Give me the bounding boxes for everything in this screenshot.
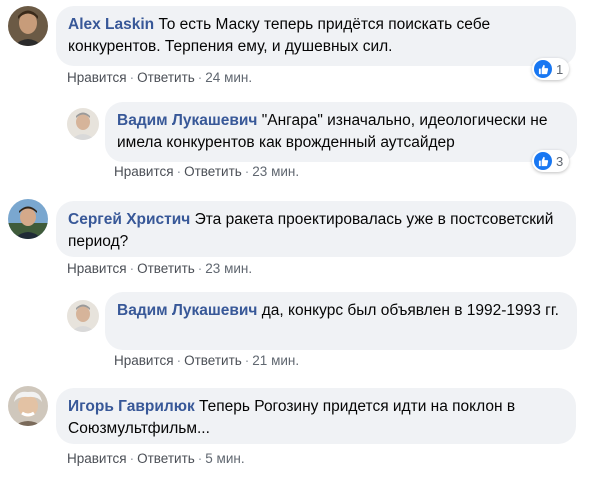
comment-actions: Нравится · Ответить · 5 мин. bbox=[67, 451, 245, 466]
reply-link[interactable]: Ответить bbox=[137, 70, 195, 85]
comment-author[interactable]: Вадим Лукашевич bbox=[117, 112, 257, 129]
comment-author[interactable]: Игорь Гаврилюк bbox=[68, 398, 195, 415]
avatar-photo-icon bbox=[8, 6, 48, 46]
avatar-photo-icon bbox=[67, 300, 99, 332]
comment-bubble: Вадим Лукашевич "Ангара" изначально, иде… bbox=[105, 102, 577, 162]
comment: Игорь Гаврилюк Теперь Рогозину придется … bbox=[0, 380, 613, 480]
reply-comment: Вадим Лукашевич да, конкурс был объявлен… bbox=[0, 288, 613, 380]
comment-author[interactable]: Вадим Лукашевич bbox=[117, 302, 257, 319]
like-link[interactable]: Нравится bbox=[67, 451, 127, 466]
reply-link[interactable]: Ответить bbox=[137, 451, 195, 466]
comment-author[interactable]: Сергей Христич bbox=[68, 211, 190, 228]
separator: · bbox=[197, 261, 203, 276]
like-link[interactable]: Нравится bbox=[67, 70, 127, 85]
avatar[interactable] bbox=[67, 300, 99, 332]
reply-comment: Вадим Лукашевич "Ангара" изначально, иде… bbox=[0, 96, 613, 188]
timestamp[interactable]: 23 мин. bbox=[205, 261, 252, 276]
thumbs-up-icon bbox=[534, 60, 552, 78]
separator: · bbox=[176, 164, 182, 179]
reply-link[interactable]: Ответить bbox=[137, 261, 195, 276]
reply-link[interactable]: Ответить bbox=[184, 353, 242, 368]
separator: · bbox=[129, 261, 135, 276]
avatar[interactable] bbox=[8, 6, 48, 46]
comment-actions: Нравится · Ответить · 24 мин. bbox=[67, 70, 252, 85]
comment-bubble: Игорь Гаврилюк Теперь Рогозину придется … bbox=[56, 388, 576, 444]
avatar-photo-icon bbox=[8, 199, 48, 239]
separator: · bbox=[244, 353, 250, 368]
comment-actions: Нравится · Ответить · 23 мин. bbox=[67, 261, 252, 276]
separator: · bbox=[129, 70, 135, 85]
comment-author[interactable]: Alex Laskin bbox=[68, 16, 154, 33]
timestamp[interactable]: 5 мин. bbox=[205, 451, 244, 466]
timestamp[interactable]: 21 мин. bbox=[252, 353, 299, 368]
reaction-number: 1 bbox=[556, 61, 564, 77]
avatar-photo-icon bbox=[8, 386, 48, 426]
separator: · bbox=[129, 451, 135, 466]
comment-actions: Нравится · Ответить · 23 мин. bbox=[114, 164, 299, 179]
like-link[interactable]: Нравится bbox=[114, 164, 174, 179]
comment-actions: Нравится · Ответить · 21 мин. bbox=[114, 353, 299, 368]
comment-bubble: Вадим Лукашевич да, конкурс был объявлен… bbox=[105, 292, 577, 350]
separator: · bbox=[197, 451, 203, 466]
reply-link[interactable]: Ответить bbox=[184, 164, 242, 179]
comment-bubble: Alex Laskin То есть Маску теперь придётс… bbox=[56, 6, 576, 66]
avatar-photo-icon bbox=[67, 108, 99, 140]
separator: · bbox=[176, 353, 182, 368]
avatar[interactable] bbox=[8, 199, 48, 239]
like-link[interactable]: Нравится bbox=[67, 261, 127, 276]
reaction-count[interactable]: 3 bbox=[532, 150, 570, 172]
timestamp[interactable]: 24 мин. bbox=[205, 70, 252, 85]
avatar[interactable] bbox=[8, 386, 48, 426]
avatar[interactable] bbox=[67, 108, 99, 140]
reaction-number: 3 bbox=[556, 153, 564, 169]
comment: Alex Laskin То есть Маску теперь придётс… bbox=[0, 0, 613, 92]
comment: Сергей Христич Эта ракета проектировалас… bbox=[0, 193, 613, 285]
timestamp[interactable]: 23 мин. bbox=[252, 164, 299, 179]
comment-text: да, конкурс был объявлен в 1992-1993 гг. bbox=[261, 302, 559, 319]
separator: · bbox=[197, 70, 203, 85]
comment-bubble: Сергей Христич Эта ракета проектировалас… bbox=[56, 201, 576, 257]
separator: · bbox=[244, 164, 250, 179]
thumbs-up-icon bbox=[534, 152, 552, 170]
reaction-count[interactable]: 1 bbox=[532, 58, 570, 80]
like-link[interactable]: Нравится bbox=[114, 353, 174, 368]
